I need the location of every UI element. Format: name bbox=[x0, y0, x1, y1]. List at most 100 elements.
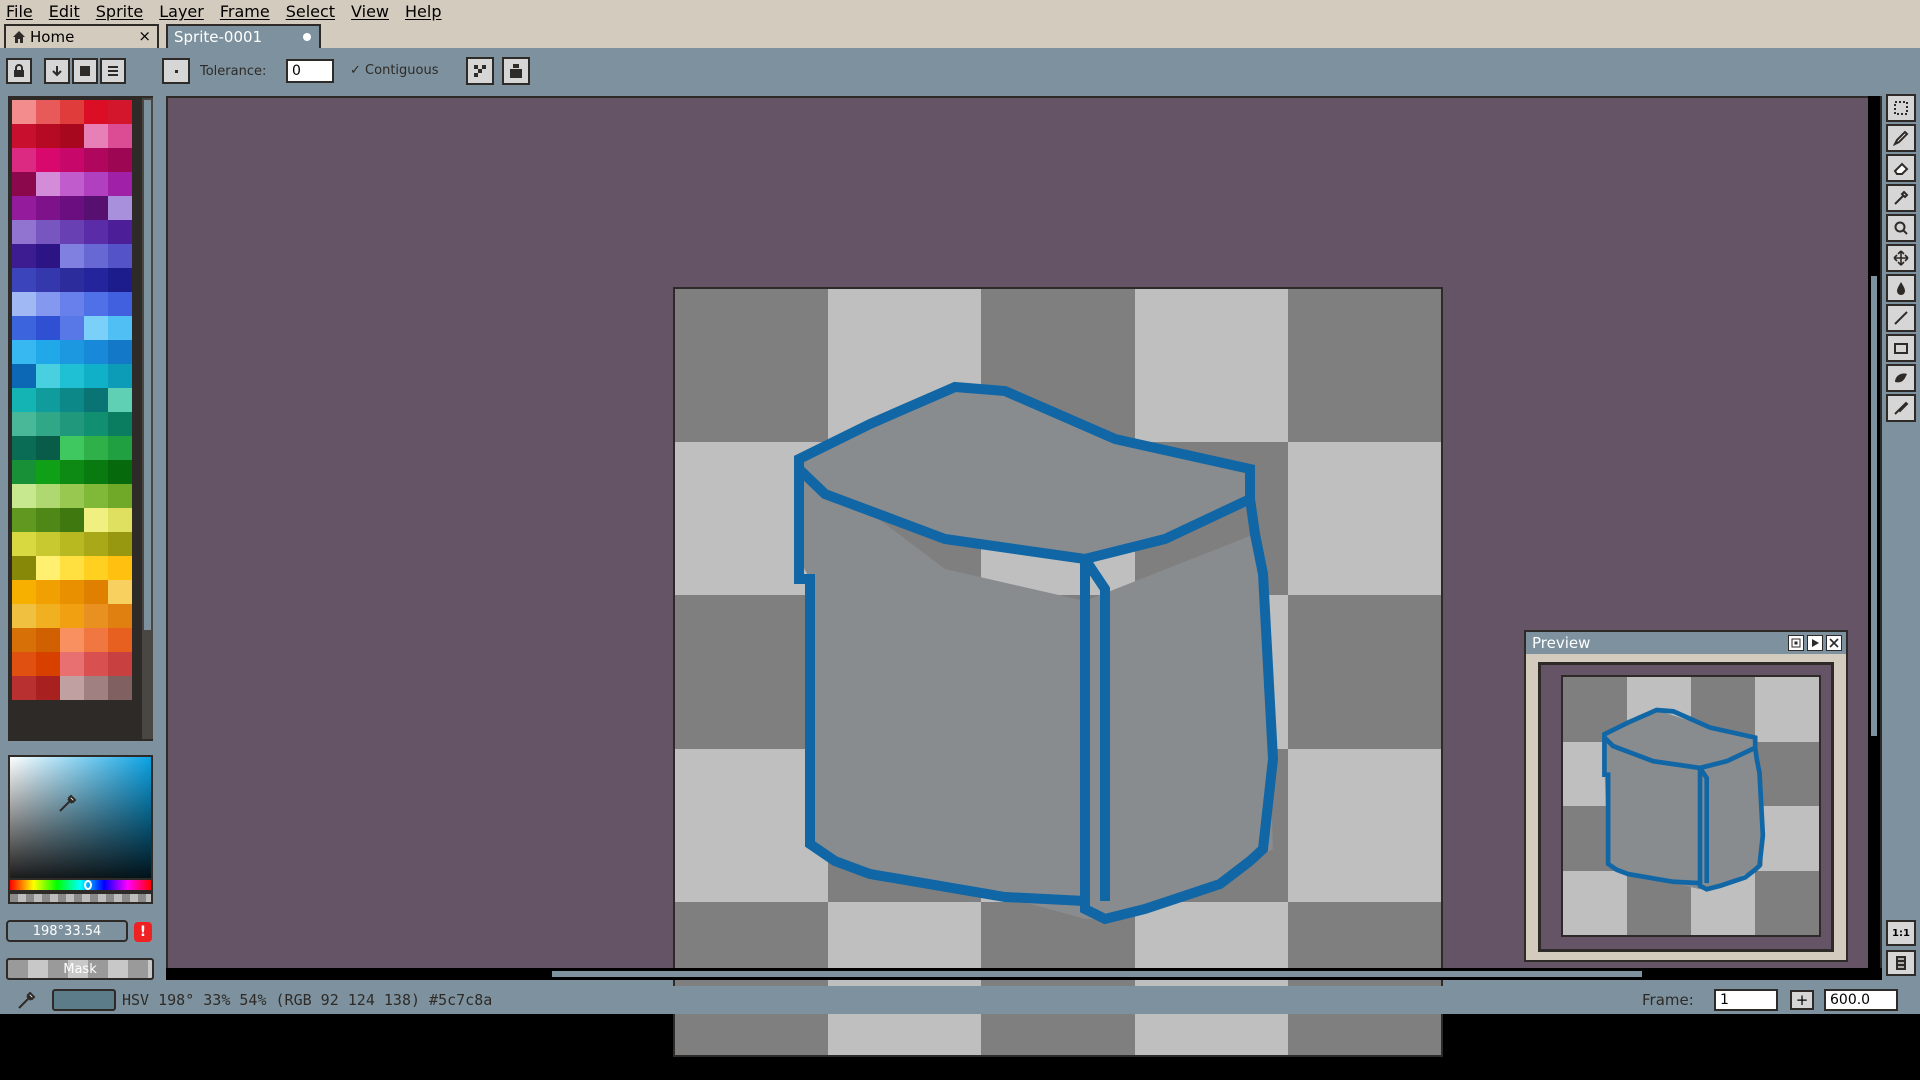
eraser-tool-button[interactable] bbox=[1886, 154, 1916, 182]
brush-size-button[interactable] bbox=[162, 58, 190, 84]
palette-swatch[interactable] bbox=[12, 220, 36, 244]
palette-swatch[interactable] bbox=[12, 100, 36, 124]
palette-swatch[interactable] bbox=[108, 244, 132, 268]
palette-swatch[interactable] bbox=[84, 124, 108, 148]
tolerance-input[interactable] bbox=[286, 59, 334, 83]
palette-swatch[interactable] bbox=[60, 556, 84, 580]
palette-swatch[interactable] bbox=[36, 388, 60, 412]
palette-swatch[interactable] bbox=[12, 508, 36, 532]
palette-swatch[interactable] bbox=[108, 292, 132, 316]
palette-swatch[interactable] bbox=[12, 652, 36, 676]
canvas-horizontal-scrollbar[interactable] bbox=[166, 968, 1882, 980]
timeline-toggle-button[interactable] bbox=[1886, 950, 1916, 976]
palette-swatch[interactable] bbox=[36, 100, 60, 124]
menu-select[interactable]: Select bbox=[280, 2, 345, 21]
menu-sprite[interactable]: Sprite bbox=[90, 2, 153, 21]
palette-swatch[interactable] bbox=[84, 316, 108, 340]
add-frame-button[interactable]: + bbox=[1790, 990, 1814, 1010]
palette-swatch[interactable] bbox=[12, 412, 36, 436]
palette-swatch[interactable] bbox=[108, 604, 132, 628]
palette-swatch[interactable] bbox=[60, 172, 84, 196]
palette-swatch[interactable] bbox=[60, 244, 84, 268]
palette-swatch[interactable] bbox=[108, 148, 132, 172]
palette-swatch[interactable] bbox=[60, 340, 84, 364]
palette-swatch[interactable] bbox=[108, 676, 132, 700]
menu-frame[interactable]: Frame bbox=[214, 2, 280, 21]
palette-swatch[interactable] bbox=[108, 484, 132, 508]
palette-swatch[interactable] bbox=[60, 268, 84, 292]
palette-swatch[interactable] bbox=[108, 340, 132, 364]
frame-input[interactable] bbox=[1714, 989, 1778, 1011]
palette-swatch[interactable] bbox=[12, 532, 36, 556]
palette-swatch[interactable] bbox=[12, 196, 36, 220]
palette-swatch[interactable] bbox=[12, 460, 36, 484]
palette-swatch[interactable] bbox=[108, 364, 132, 388]
palette-swatch[interactable] bbox=[60, 604, 84, 628]
zoom-input[interactable] bbox=[1824, 989, 1898, 1011]
palette-swatch[interactable] bbox=[84, 532, 108, 556]
palette-scroll-thumb[interactable] bbox=[144, 100, 151, 630]
palette-swatch[interactable] bbox=[108, 172, 132, 196]
palette-swatch[interactable] bbox=[36, 508, 60, 532]
palette-swatch[interactable] bbox=[108, 100, 132, 124]
marquee-tool-button[interactable] bbox=[1886, 94, 1916, 122]
palette-swatch[interactable] bbox=[60, 676, 84, 700]
palette-swatch[interactable] bbox=[36, 364, 60, 388]
palette-swatch[interactable] bbox=[60, 292, 84, 316]
palette-swatch[interactable] bbox=[108, 316, 132, 340]
menu-help[interactable]: Help bbox=[399, 2, 451, 21]
palette-swatch[interactable] bbox=[84, 292, 108, 316]
palette-swatch[interactable] bbox=[36, 124, 60, 148]
palette-swatch[interactable] bbox=[84, 172, 108, 196]
sprite-canvas[interactable] bbox=[673, 287, 1443, 1057]
palette-swatch[interactable] bbox=[84, 364, 108, 388]
palette-swatch[interactable] bbox=[60, 196, 84, 220]
palette-swatch[interactable] bbox=[108, 508, 132, 532]
palette-swatch[interactable] bbox=[84, 652, 108, 676]
palette-swatch[interactable] bbox=[108, 436, 132, 460]
lock-palette-button[interactable] bbox=[6, 58, 32, 84]
menu-file[interactable]: File bbox=[0, 2, 43, 21]
palette-menu-button[interactable] bbox=[100, 58, 126, 84]
palette-scrollbar[interactable] bbox=[142, 98, 153, 739]
palette-swatch[interactable] bbox=[84, 628, 108, 652]
palette-swatch[interactable] bbox=[108, 196, 132, 220]
palette-swatch[interactable] bbox=[12, 628, 36, 652]
palette-swatch[interactable] bbox=[36, 196, 60, 220]
palette-swatch[interactable] bbox=[12, 148, 36, 172]
palette-swatch[interactable] bbox=[108, 580, 132, 604]
palette-swatch[interactable] bbox=[36, 436, 60, 460]
palette-swatch[interactable] bbox=[108, 124, 132, 148]
palette-swatch[interactable] bbox=[12, 604, 36, 628]
palette-swatch[interactable] bbox=[12, 364, 36, 388]
palette-swatch[interactable] bbox=[108, 220, 132, 244]
palette-swatch[interactable] bbox=[36, 556, 60, 580]
palette-swatch[interactable] bbox=[84, 196, 108, 220]
preview-window[interactable]: Preview bbox=[1524, 630, 1848, 962]
canvas-vertical-scrollbar[interactable] bbox=[1868, 96, 1880, 971]
palette-swatch[interactable] bbox=[84, 268, 108, 292]
palette-swatch[interactable] bbox=[60, 364, 84, 388]
palette-swatch[interactable] bbox=[84, 148, 108, 172]
palette-swatch[interactable] bbox=[84, 412, 108, 436]
blur-tool-button[interactable] bbox=[1886, 394, 1916, 422]
palette-swatch[interactable] bbox=[84, 508, 108, 532]
warning-icon[interactable]: ! bbox=[134, 922, 152, 942]
palette-square-button[interactable] bbox=[72, 58, 98, 84]
palette-swatch[interactable] bbox=[84, 244, 108, 268]
palette-swatch[interactable] bbox=[60, 652, 84, 676]
palette-swatch[interactable] bbox=[60, 124, 84, 148]
palette-swatch[interactable] bbox=[108, 556, 132, 580]
palette-swatch[interactable] bbox=[36, 652, 60, 676]
palette-swatch[interactable] bbox=[60, 148, 84, 172]
palette-swatch[interactable] bbox=[36, 676, 60, 700]
menu-layer[interactable]: Layer bbox=[153, 2, 214, 21]
ink-button[interactable] bbox=[502, 57, 530, 85]
palette-swatch[interactable] bbox=[84, 388, 108, 412]
palette-swatch[interactable] bbox=[36, 220, 60, 244]
palette-swatch[interactable] bbox=[36, 244, 60, 268]
preview-close-button[interactable] bbox=[1826, 635, 1842, 651]
palette-swatch[interactable] bbox=[60, 220, 84, 244]
palette-swatch[interactable] bbox=[108, 460, 132, 484]
tab-sprite[interactable]: Sprite-0001 bbox=[166, 24, 321, 48]
